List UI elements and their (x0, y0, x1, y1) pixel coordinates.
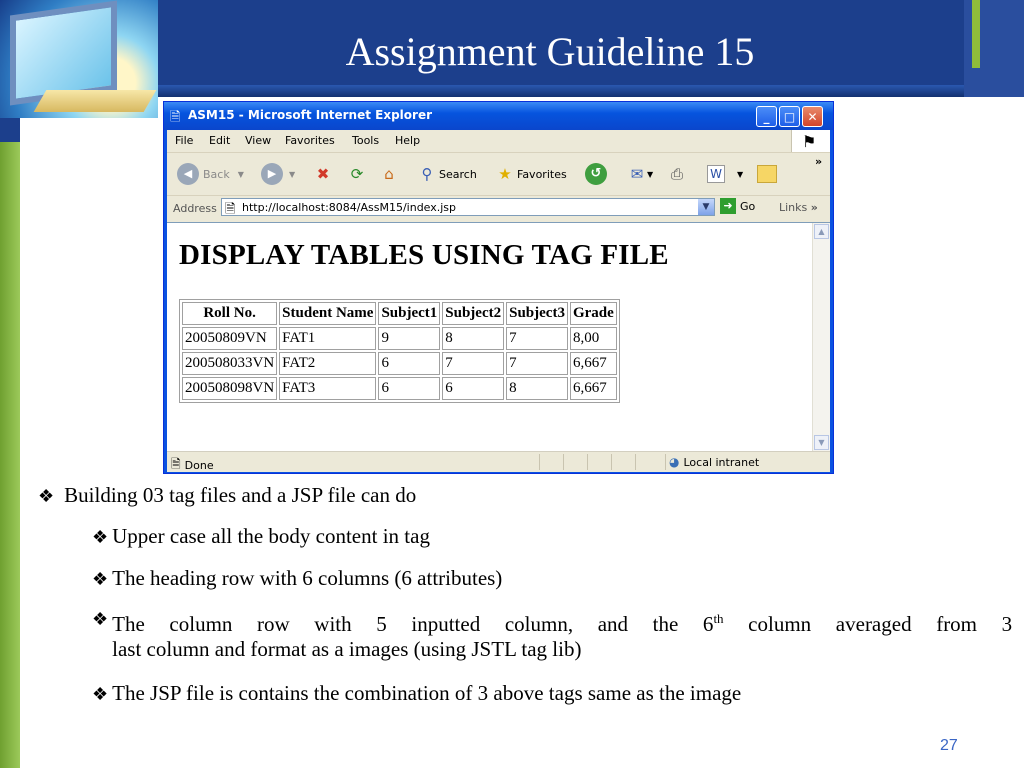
diamond-bullet-icon: ❖ (92, 569, 109, 589)
bullet-text: column averaged from 3 (723, 612, 1013, 636)
diamond-bullet-icon: ❖ (38, 486, 55, 506)
bullet-sub: ❖ The JSP file is contains the combinati… (92, 681, 741, 707)
bullet-sub: ❖ The heading row with 6 columns (6 attr… (92, 566, 502, 592)
bullet-list: ❖ Building 03 tag files and a JSP file c… (0, 0, 1024, 768)
bullet-sub: ❖ Upper case all the body content in tag (92, 524, 430, 550)
bullet-sub: ❖ The column row with 5 inputted column,… (92, 606, 1016, 666)
diamond-bullet-icon: ❖ (92, 684, 109, 704)
bullet-text: last column and format as a images (usin… (112, 637, 582, 661)
diamond-bullet-icon: ❖ (92, 609, 109, 629)
bullet-superscript: th (713, 611, 724, 626)
bullet-text: Building 03 tag files and a JSP file can… (64, 483, 417, 507)
diamond-bullet-icon: ❖ (92, 527, 109, 547)
bullet-main: ❖ Building 03 tag files and a JSP file c… (38, 483, 416, 509)
bullet-text: The JSP file is contains the combination… (112, 681, 742, 705)
page-number: 27 (940, 737, 958, 754)
bullet-text: The heading row with 6 columns (6 attrib… (112, 566, 503, 590)
bullet-text: Upper case all the body content in tag (112, 524, 430, 548)
